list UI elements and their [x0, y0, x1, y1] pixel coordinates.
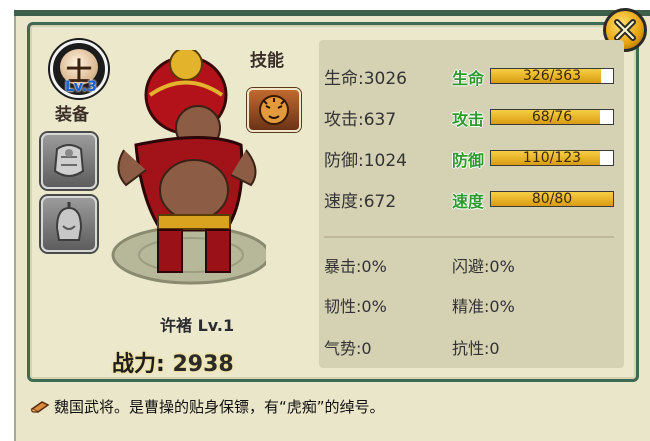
- hero-avatar[interactable]: 士 Lv.3: [50, 40, 108, 98]
- growth-bar-attack: 68/76: [490, 109, 614, 125]
- hero-info-window: 士 Lv.3 装备 技能 许褚 Lv.1 战力: 2938 生命:3026 生命…: [0, 0, 650, 441]
- growth-bar-hp: 326/363: [490, 68, 614, 84]
- substat-crit: 暴击:0%: [324, 257, 387, 276]
- armor-icon: [53, 144, 85, 177]
- stat-defense: 防御:1024: [324, 151, 407, 171]
- stat-value: 3026: [363, 69, 407, 89]
- substat-resistance: 抗性:0: [452, 339, 500, 358]
- scroll-icon: [30, 400, 50, 413]
- substat-accuracy: 精准:0%: [452, 297, 515, 316]
- stat-label: 攻击: [324, 110, 358, 130]
- substat-value: 0%: [361, 257, 387, 276]
- equipment-label: 装备: [55, 105, 89, 125]
- stat-label: 生命: [324, 69, 358, 89]
- substat-value: 0: [361, 339, 372, 358]
- growth-bar-text: 110/123: [522, 150, 582, 166]
- stat-speed: 速度:672: [324, 192, 397, 212]
- stat-label: 速度: [324, 192, 358, 212]
- combat-power-value: 2938: [172, 352, 234, 377]
- stat-value: 672: [363, 192, 397, 212]
- growth-label-hp: 生命: [452, 69, 485, 88]
- growth-label-speed: 速度: [452, 192, 485, 211]
- substat-label: 气势: [324, 339, 357, 358]
- substat-value: 0: [489, 339, 500, 358]
- substat-label: 抗性: [452, 339, 485, 358]
- window-top-bar: [14, 10, 650, 16]
- combat-power: 战力: 2938: [112, 346, 234, 378]
- substat-value: 0%: [489, 257, 515, 276]
- hero-character-art: [111, 50, 266, 285]
- stat-value: 1024: [363, 151, 407, 171]
- helmet-icon: [55, 202, 83, 241]
- stat-attack: 攻击:637: [324, 110, 397, 130]
- stat-hp: 生命:3026: [324, 69, 407, 89]
- substat-momentum: 气势:0: [324, 339, 372, 358]
- equipment-slot-armor[interactable]: [41, 133, 97, 189]
- growth-label-defense: 防御: [452, 151, 485, 170]
- description-text: 魏国武将。是曹操的贴身保镖，有“虎痴”的绰号。: [54, 398, 385, 416]
- growth-bar-text: 80/80: [531, 191, 573, 207]
- substat-value: 0%: [361, 297, 387, 316]
- substat-label: 闪避: [452, 257, 485, 276]
- growth-bar-speed: 80/80: [490, 191, 614, 207]
- equipment-slot-helmet[interactable]: [41, 196, 97, 252]
- substat-value: 0%: [489, 297, 515, 316]
- hero-name-level: 许褚 Lv.1: [160, 316, 235, 335]
- substat-label: 精准: [452, 297, 485, 316]
- skill-label: 技能: [250, 51, 284, 71]
- substat-toughness: 韧性:0%: [324, 297, 387, 316]
- substat-label: 暴击: [324, 257, 357, 276]
- stat-label: 防御: [324, 151, 358, 171]
- stat-value: 637: [363, 110, 397, 130]
- growth-bar-text: 68/76: [531, 109, 573, 125]
- substat-label: 韧性: [324, 297, 357, 316]
- skill-slot[interactable]: [247, 88, 301, 132]
- avatar-level: Lv.3: [65, 79, 97, 95]
- combat-power-label: 战力:: [112, 352, 165, 377]
- tiger-skill-icon: [259, 95, 289, 125]
- stats-divider: [324, 236, 614, 238]
- substat-dodge: 闪避:0%: [452, 257, 515, 276]
- growth-bar-text: 326/363: [522, 68, 582, 84]
- growth-label-attack: 攻击: [452, 110, 485, 129]
- growth-bar-defense: 110/123: [490, 150, 614, 166]
- hero-description: 魏国武将。是曹操的贴身保镖，有“虎痴”的绰号。: [30, 396, 385, 417]
